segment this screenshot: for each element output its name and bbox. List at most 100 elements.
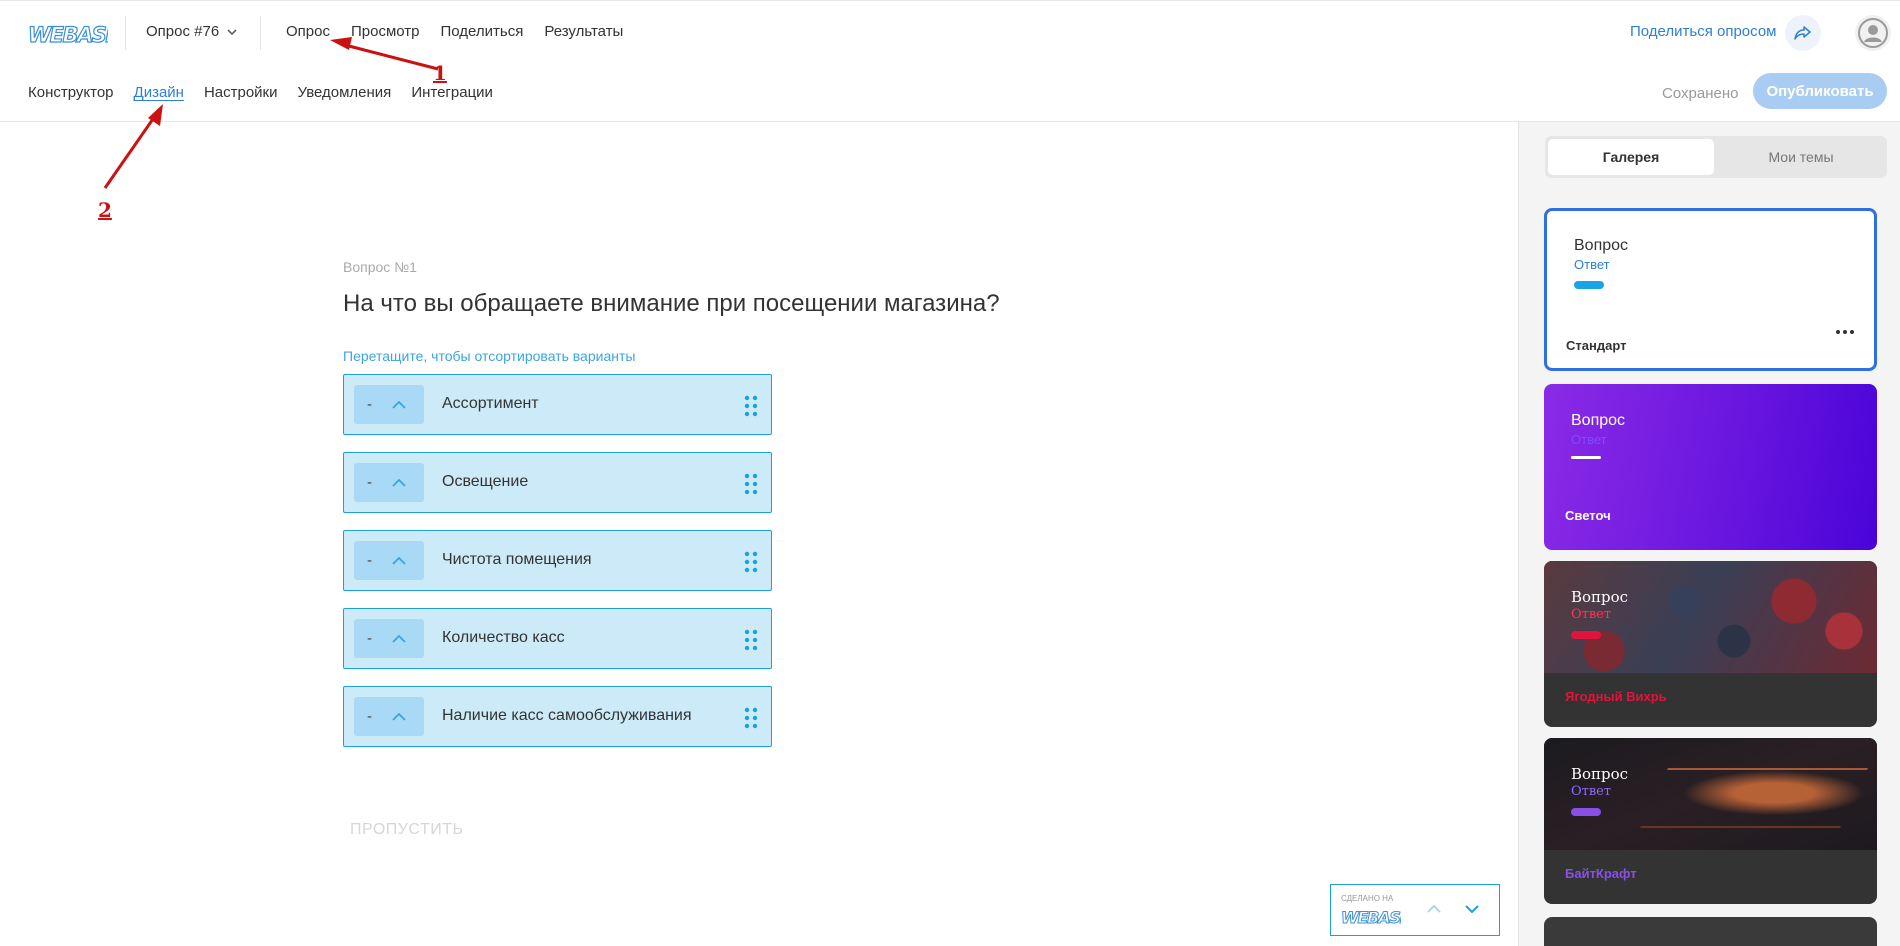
share-icon	[1794, 26, 1811, 40]
webask-logo-small[interactable]: WEBASK	[1341, 907, 1401, 928]
sort-hint: Перетащите, чтобы отсортировать варианты	[343, 348, 636, 364]
nav-share[interactable]: Поделиться	[441, 23, 524, 40]
chevron-up-icon	[392, 556, 406, 565]
theme-answer-preview: Ответ	[1571, 607, 1612, 622]
theme-accent-bar	[1571, 631, 1601, 639]
option-controls: -	[354, 463, 424, 502]
option-label: Наличие касс самообслуживания	[442, 707, 692, 724]
survey-selector-label: Опрос #76	[146, 23, 220, 40]
annotation-label-1: 1	[433, 61, 447, 85]
theme-card-bytecraft[interactable]: Вопрос Ответ БайтКрафт	[1544, 738, 1877, 904]
editor-tabs: Конструктор Дизайн Настройки Уведомления…	[28, 84, 493, 101]
publish-button[interactable]: Опубликовать	[1753, 73, 1887, 109]
move-up-button[interactable]	[392, 478, 406, 487]
tab-my-themes[interactable]: Мои темы	[1718, 139, 1884, 175]
move-up-button[interactable]	[392, 556, 406, 565]
nav-preview[interactable]: Просмотр	[351, 23, 420, 40]
drag-handle-icon[interactable]	[744, 707, 758, 729]
share-survey-link[interactable]: Поделиться опросом	[1630, 23, 1776, 40]
drag-handle-icon[interactable]	[744, 395, 758, 417]
minus-button[interactable]: -	[367, 552, 372, 569]
share-button[interactable]	[1785, 15, 1821, 51]
top-nav: Опрос Просмотр Поделиться Результаты	[286, 23, 623, 40]
theme-answer-preview: Ответ	[1574, 257, 1610, 272]
question-title: На что вы обращаете внимание при посещен…	[343, 290, 1000, 317]
option-controls: -	[354, 385, 424, 424]
minus-button[interactable]: -	[367, 396, 372, 413]
chevron-up-icon	[1427, 904, 1441, 913]
theme-card-berry-whirl[interactable]: Вопрос Ответ Ягодный Вихрь	[1544, 561, 1877, 727]
tab-notifications[interactable]: Уведомления	[298, 84, 392, 101]
tab-settings[interactable]: Настройки	[204, 84, 278, 101]
theme-question-preview: Вопрос	[1571, 765, 1629, 783]
user-avatar[interactable]	[1855, 15, 1891, 51]
ranking-option[interactable]: - Чистота помещения	[343, 530, 772, 591]
drag-handle-icon[interactable]	[744, 551, 758, 573]
top-header: WEBASK Опрос #76 Опрос Просмотр Поделить…	[0, 0, 1900, 64]
chevron-up-icon	[392, 712, 406, 721]
theme-card-svetoch[interactable]: Вопрос Ответ Светоч	[1544, 384, 1877, 550]
next-question-button[interactable]	[1465, 902, 1479, 916]
minus-button[interactable]: -	[367, 474, 372, 491]
drag-handle-icon[interactable]	[744, 629, 758, 651]
option-label: Количество касс	[442, 629, 565, 646]
previous-question-button[interactable]	[1427, 902, 1441, 916]
made-on-badge: СДЕЛАНО НА WEBASK	[1330, 884, 1500, 936]
question-number: Вопрос №1	[343, 259, 417, 275]
option-label: Ассортимент	[442, 395, 539, 412]
move-up-button[interactable]	[392, 712, 406, 721]
minus-button[interactable]: -	[367, 708, 372, 725]
skip-button[interactable]: ПРОПУСТИТЬ	[350, 821, 464, 839]
survey-selector[interactable]: Опрос #76	[146, 23, 237, 40]
ranking-option[interactable]: - Ассортимент	[343, 374, 772, 435]
chevron-up-icon	[392, 634, 406, 643]
theme-tabs: Галерея Мои темы	[1545, 136, 1887, 178]
option-controls: -	[354, 697, 424, 736]
theme-question-preview: Вопрос	[1571, 588, 1629, 606]
user-avatar-icon	[1858, 18, 1888, 48]
theme-name: Светоч	[1565, 508, 1611, 523]
theme-panel: Галерея Мои темы Вопрос Ответ Стандарт В…	[1518, 122, 1900, 946]
divider	[260, 16, 261, 50]
theme-answer-preview: Ответ	[1571, 784, 1612, 799]
theme-accent-bar	[1574, 281, 1604, 289]
theme-question-preview: Вопрос	[1574, 237, 1629, 254]
more-options-icon[interactable]	[1836, 330, 1854, 334]
nav-survey[interactable]: Опрос	[286, 23, 330, 40]
option-controls: -	[354, 619, 424, 658]
ranking-option[interactable]: - Наличие касс самообслуживания	[343, 686, 772, 747]
drag-handle-icon[interactable]	[744, 473, 758, 495]
chevron-up-icon	[392, 400, 406, 409]
divider	[125, 16, 126, 50]
theme-accent-bar	[1571, 808, 1601, 816]
theme-card-partial[interactable]	[1544, 917, 1877, 946]
annotation-label-2: 2	[98, 198, 112, 222]
theme-question-preview: Вопрос	[1571, 412, 1626, 429]
tab-gallery[interactable]: Галерея	[1548, 139, 1714, 175]
theme-accent-bar	[1571, 456, 1601, 459]
option-controls: -	[354, 541, 424, 580]
option-label: Освещение	[442, 473, 529, 490]
ranking-option[interactable]: - Освещение	[343, 452, 772, 513]
ranking-option[interactable]: - Количество касс	[343, 608, 772, 669]
webask-logo[interactable]: WEBASK	[28, 21, 108, 47]
svg-text:WEBASK: WEBASK	[28, 23, 108, 47]
save-status: Сохранено	[1662, 85, 1739, 102]
sub-header: Конструктор Дизайн Настройки Уведомления…	[0, 64, 1900, 122]
move-up-button[interactable]	[392, 400, 406, 409]
chevron-up-icon	[392, 478, 406, 487]
tab-integrations[interactable]: Интеграции	[411, 84, 493, 101]
tab-design[interactable]: Дизайн	[134, 84, 184, 101]
minus-button[interactable]: -	[367, 630, 372, 647]
theme-name: Ягодный Вихрь	[1565, 689, 1667, 704]
nav-results[interactable]: Результаты	[544, 23, 623, 40]
svg-text:WEBASK: WEBASK	[1341, 908, 1401, 927]
theme-answer-preview: Ответ	[1571, 432, 1607, 447]
theme-name: БайтКрафт	[1565, 866, 1637, 881]
chevron-down-icon	[227, 28, 237, 35]
theme-card-standard[interactable]: Вопрос Ответ Стандарт	[1544, 208, 1877, 371]
chevron-down-icon	[1465, 905, 1479, 914]
tab-constructor[interactable]: Конструктор	[28, 84, 114, 101]
move-up-button[interactable]	[392, 634, 406, 643]
option-label: Чистота помещения	[442, 551, 592, 568]
